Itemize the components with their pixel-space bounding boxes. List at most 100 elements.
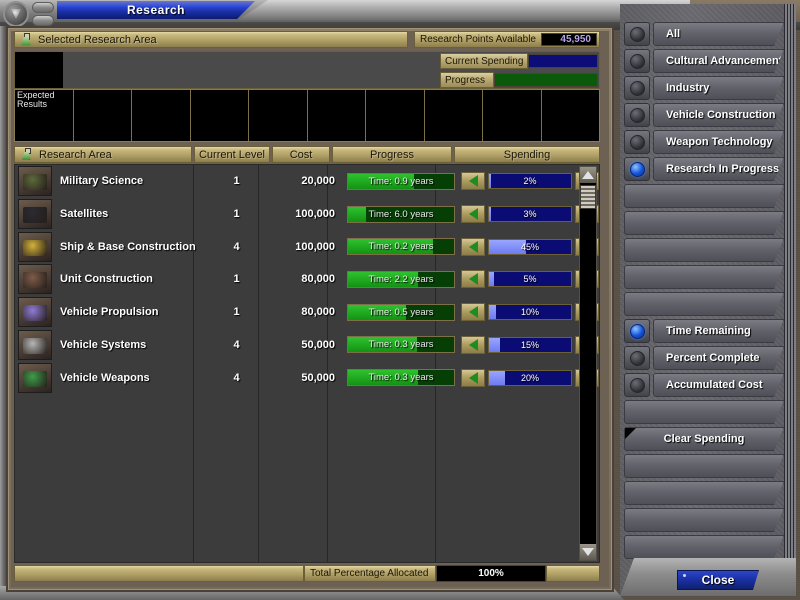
sidebar-filter-weapon-technology[interactable]: Weapon Technology xyxy=(624,130,784,154)
expected-results-cell[interactable] xyxy=(74,90,133,141)
sidebar-button[interactable]: Cultural Advancement xyxy=(653,49,784,73)
sidebar-empty-slot[interactable] xyxy=(624,508,784,532)
spending-percent-bar[interactable]: 15% xyxy=(488,337,572,353)
expected-results-cell[interactable] xyxy=(366,90,425,141)
spending-percent-bar[interactable]: 20% xyxy=(488,370,572,386)
radio-button[interactable] xyxy=(624,103,650,127)
spending-percent-bar[interactable]: 45% xyxy=(488,239,572,255)
column-header-current-level[interactable]: Current Level xyxy=(194,146,270,163)
sidebar-empty-slot[interactable] xyxy=(624,265,784,289)
research-cost: 20,000 xyxy=(273,175,335,187)
table-row[interactable]: Vehicle Propulsion180,000Time: 0.5 years… xyxy=(15,296,580,329)
expected-results-cell[interactable] xyxy=(191,90,250,141)
flask-icon xyxy=(21,148,33,161)
spending-percent-text: 20% xyxy=(489,371,571,385)
research-current-level: 1 xyxy=(200,273,273,285)
sidebar-empty-slot[interactable] xyxy=(624,211,784,235)
arrow-left-icon[interactable] xyxy=(461,369,485,387)
expected-results-cell[interactable] xyxy=(425,90,484,141)
sidebar-filter-cultural-advancement[interactable]: Cultural Advancement xyxy=(624,49,784,73)
table-row[interactable]: Unit Construction180,000Time: 2.2 years5… xyxy=(15,263,580,296)
arrow-left-icon[interactable] xyxy=(461,172,485,190)
sidebar-item-label: Cultural Advancement xyxy=(666,55,782,67)
sidebar-button[interactable]: Weapon Technology xyxy=(653,130,784,154)
scroll-down-arrow-icon[interactable] xyxy=(580,544,596,560)
window-control-down-button[interactable] xyxy=(32,15,54,26)
sidebar-empty-slot[interactable] xyxy=(624,292,784,316)
sidebar-empty-slot[interactable] xyxy=(624,400,784,424)
spending-percent-bar[interactable]: 2% xyxy=(488,173,572,189)
research-points-value-box: 45,950 xyxy=(541,33,597,46)
column-header-cost[interactable]: Cost xyxy=(272,146,330,163)
table-row[interactable]: Ship & Base Construction4100,000Time: 0.… xyxy=(15,230,580,263)
spending-percent-text: 2% xyxy=(489,174,571,188)
clear-spending-button[interactable]: Clear Spending xyxy=(624,427,784,451)
sidebar-button[interactable]: Industry xyxy=(653,76,784,100)
radio-button[interactable] xyxy=(624,319,650,343)
sidebar-empty-slot[interactable] xyxy=(624,454,784,478)
research-current-level: 4 xyxy=(200,339,273,351)
arrow-left-icon[interactable] xyxy=(461,336,485,354)
total-allocated-value: 100% xyxy=(478,568,504,579)
expected-results-cell[interactable] xyxy=(542,90,600,141)
radio-button[interactable] xyxy=(624,130,650,154)
arrow-left-icon[interactable] xyxy=(461,303,485,321)
sidebar-filter-vehicle-construction[interactable]: Vehicle Construction xyxy=(624,103,784,127)
radio-button[interactable] xyxy=(624,49,650,73)
column-header-spending[interactable]: Spending xyxy=(454,146,600,163)
table-row[interactable]: Vehicle Weapons450,000Time: 0.3 years20% xyxy=(15,361,580,394)
sidebar-button[interactable]: Accumulated Cost xyxy=(653,373,784,397)
current-spending-label: Current Spending xyxy=(440,53,528,69)
sidebar-filter-all[interactable]: All xyxy=(624,22,784,46)
helmet-icon xyxy=(18,166,52,196)
radio-button[interactable] xyxy=(624,157,650,181)
sidebar-mode-accumulated-cost[interactable]: Accumulated Cost xyxy=(624,373,784,397)
sidebar-button[interactable]: Vehicle Construction xyxy=(653,103,784,127)
faction-emblem-icon[interactable] xyxy=(3,1,29,27)
spending-percent-bar[interactable]: 10% xyxy=(488,304,572,320)
sidebar-empty-slot[interactable] xyxy=(624,535,784,559)
sidebar-mode-time-remaining[interactable]: Time Remaining xyxy=(624,319,784,343)
expected-results-cell[interactable] xyxy=(249,90,308,141)
sidebar-filter-research-in-progress[interactable]: Research In Progress xyxy=(624,157,784,181)
sidebar-empty-slot[interactable] xyxy=(624,238,784,262)
table-row[interactable]: Military Science120,000Time: 0.9 years2% xyxy=(15,165,580,198)
scroll-up-arrow-icon[interactable] xyxy=(580,167,596,183)
tab-research[interactable]: Research xyxy=(57,1,255,19)
expected-results-cell[interactable]: Expected Results xyxy=(15,90,74,141)
research-area-name: Unit Construction xyxy=(60,273,200,285)
scrollbar-thumb[interactable] xyxy=(580,185,596,209)
arrow-left-icon[interactable] xyxy=(461,238,485,256)
expected-results-cell[interactable] xyxy=(483,90,542,141)
expected-results-cell[interactable] xyxy=(308,90,367,141)
research-list-scrollbar[interactable] xyxy=(579,166,597,561)
radio-button[interactable] xyxy=(624,373,650,397)
sidebar-button[interactable]: All xyxy=(653,22,784,46)
research-cost: 100,000 xyxy=(273,208,335,220)
clear-spending-label: Clear Spending xyxy=(664,433,745,445)
arrow-left-icon[interactable] xyxy=(461,205,485,223)
close-button-label: Close xyxy=(702,573,735,587)
close-button[interactable]: Close xyxy=(677,570,759,590)
research-cost: 100,000 xyxy=(273,241,335,253)
spending-percent-bar[interactable]: 5% xyxy=(488,271,572,287)
sidebar-mode-percent-complete[interactable]: Percent Complete xyxy=(624,346,784,370)
sidebar-button[interactable]: Percent Complete xyxy=(653,346,784,370)
sidebar-button[interactable]: Time Remaining xyxy=(653,319,784,343)
spending-percent-bar[interactable]: 3% xyxy=(488,206,572,222)
sidebar-button[interactable]: Research In Progress xyxy=(653,157,784,181)
table-row[interactable]: Vehicle Systems450,000Time: 0.3 years15% xyxy=(15,329,580,362)
radio-button[interactable] xyxy=(624,346,650,370)
radio-button[interactable] xyxy=(624,22,650,46)
sidebar-empty-slot[interactable] xyxy=(624,481,784,505)
sidebar-filter-industry[interactable]: Industry xyxy=(624,76,784,100)
radio-button[interactable] xyxy=(624,76,650,100)
expected-results-cell[interactable] xyxy=(132,90,191,141)
column-header-research-area[interactable]: Research Area xyxy=(14,146,192,163)
table-row[interactable]: Satellites1100,000Time: 6.0 years3% xyxy=(15,198,580,231)
thruster-icon xyxy=(18,297,52,327)
window-control-up-button[interactable] xyxy=(32,2,54,13)
arrow-left-icon[interactable] xyxy=(461,270,485,288)
sidebar-empty-slot[interactable] xyxy=(624,184,784,208)
column-header-progress[interactable]: Progress xyxy=(332,146,452,163)
